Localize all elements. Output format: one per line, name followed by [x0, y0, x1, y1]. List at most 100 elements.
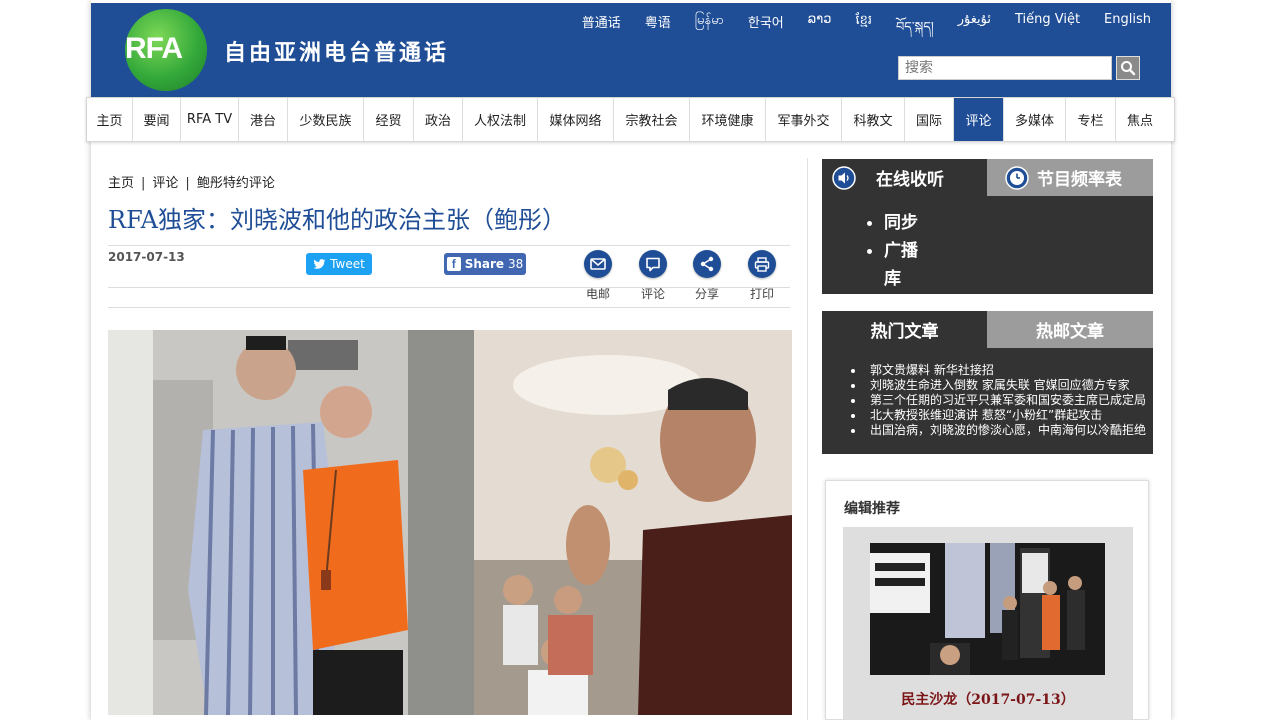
nav-item-minorities[interactable]: 少数民族 — [288, 98, 364, 141]
lang-cantonese[interactable]: 粤语 — [645, 12, 671, 49]
listen-box: 在线收听 节目频率表 同步 广播 库 — [822, 159, 1153, 294]
breadcrumb-separator: | — [185, 176, 190, 191]
nav-item-economy[interactable]: 经贸 — [364, 98, 414, 141]
nav-item-military[interactable]: 军事外交 — [766, 98, 842, 141]
page-wrapper: RFA 自由亚洲电台普通话 普通话 粤语 မြန်မာ 한국어 ລາວ ខ្មែ… — [86, 0, 1175, 720]
lang-lao[interactable]: ລາວ — [808, 12, 832, 49]
bullet-icon — [851, 384, 855, 388]
tweet-button[interactable]: Tweet — [306, 253, 372, 275]
nav-item-rfatv[interactable]: RFA TV — [181, 98, 239, 141]
speaker-icon — [832, 165, 856, 190]
lang-korean[interactable]: 한국어 — [748, 12, 784, 49]
search-input[interactable] — [898, 56, 1112, 80]
print-icon — [748, 250, 776, 278]
bullet-icon — [851, 369, 855, 373]
list-item[interactable]: 出国治病，刘晓波的惨淡心愿，中南海何以冷酷拒绝 — [849, 423, 1147, 438]
breadcrumb-column[interactable]: 鲍彤特约评论 — [197, 176, 275, 191]
hot-articles-box: 热门文章 热邮文章 郭文贵爆料 新华社接招 刘晓波生命进入倒数 家属失联 官媒回… — [822, 311, 1153, 454]
bullet-icon — [851, 414, 855, 418]
nav-item-politics[interactable]: 政治 — [414, 98, 463, 141]
list-item[interactable]: 同步 — [867, 209, 918, 237]
article-photo[interactable] — [108, 330, 792, 715]
email-action[interactable]: 电邮 — [578, 250, 618, 302]
breadcrumb-home[interactable]: 主页 — [108, 176, 134, 191]
tab-hot-articles[interactable]: 热门文章 — [822, 311, 987, 348]
lang-tibetan[interactable]: བོད་སྐད། — [896, 12, 934, 49]
editor-pick-illustration — [870, 543, 1105, 675]
hot-articles-list: 郭文贵爆料 新华社接招 刘晓波生命进入倒数 家属失联 官媒回应德方专家 第三个任… — [849, 363, 1147, 438]
print-action[interactable]: 打印 — [742, 250, 782, 302]
nav-item-hk-tw[interactable]: 港台 — [239, 98, 288, 141]
editor-pick-caption[interactable]: 民主沙龙（2017-07-13） — [843, 689, 1133, 709]
article-photo-illustration — [108, 330, 792, 715]
site-title[interactable]: 自由亚洲电台普通话 — [224, 35, 449, 67]
listen-list: 同步 广播 库 — [867, 209, 918, 293]
lang-khmer[interactable]: ខ្មែរ — [855, 12, 872, 49]
share-label: Share — [464, 257, 505, 271]
lang-english[interactable]: English — [1104, 12, 1151, 49]
page: RFA 自由亚洲电台普通话 普通话 粤语 မြန်မာ 한국어 ລາວ ខ្មែ… — [0, 0, 1280, 720]
divider — [108, 287, 790, 288]
list-item[interactable]: 第三个任期的习近平只兼军委和国安委主席已成定局 — [849, 393, 1147, 408]
breadcrumb: 主页 | 评论 | 鲍彤特约评论 — [108, 172, 275, 191]
list-item[interactable]: 库 — [867, 265, 918, 293]
nav-item-environment[interactable]: 环境健康 — [690, 98, 766, 141]
email-icon — [584, 250, 612, 278]
listen-tab-label: 在线收听 — [876, 170, 944, 190]
twitter-bird-icon — [313, 258, 326, 269]
tab-listen-online[interactable]: 在线收听 — [822, 159, 987, 196]
comment-action[interactable]: 评论 — [633, 250, 673, 302]
divider — [108, 307, 790, 308]
clock-icon — [1005, 165, 1029, 190]
nav-item-international[interactable]: 国际 — [905, 98, 954, 141]
logo-text[interactable]: RFA — [125, 32, 207, 66]
bullet-icon — [867, 249, 872, 254]
divider — [108, 245, 790, 246]
bullet-icon — [867, 221, 872, 226]
lang-burmese[interactable]: မြန်မာ — [695, 12, 724, 49]
nav-item-columns[interactable]: 专栏 — [1066, 98, 1116, 141]
share-action[interactable]: 分享 — [687, 250, 727, 302]
breadcrumb-separator: | — [141, 176, 146, 191]
list-item[interactable]: 北大教授张维迎演讲 惹怒“小粉红”群起攻击 — [849, 408, 1147, 423]
language-bar: 普通话 粤语 မြန်မာ 한국어 ລາວ ខ្មែរ བོད་སྐད། ئۇي… — [558, 12, 1151, 49]
comment-icon — [639, 250, 667, 278]
tab-most-emailed[interactable]: 热邮文章 — [987, 311, 1153, 348]
facebook-icon: f — [446, 257, 461, 271]
site-header: RFA 自由亚洲电台普通话 普通话 粤语 မြန်မာ 한국어 ລາວ ខ្មែ… — [91, 3, 1171, 97]
list-item[interactable]: 郭文贵爆料 新华社接招 — [849, 363, 1147, 378]
facebook-share-button[interactable]: f Share 38 — [444, 253, 526, 275]
nav-item-religion[interactable]: 宗教社会 — [614, 98, 690, 141]
editor-picks-title: 编辑推荐 — [844, 501, 900, 517]
lang-mandarin[interactable]: 普通话 — [582, 12, 621, 49]
bullet-icon — [851, 399, 855, 403]
nav-item-focus[interactable]: 焦点 — [1116, 98, 1164, 141]
tab-schedule[interactable]: 节目频率表 — [987, 159, 1153, 196]
nav-item-media[interactable]: 媒体网络 — [538, 98, 614, 141]
nav-item-home[interactable]: 主页 — [87, 98, 133, 141]
list-item[interactable]: 刘晓波生命进入倒数 家属失联 官媒回应德方专家 — [849, 378, 1147, 393]
editor-picks-box: 编辑推荐 民主沙龙（2017-07-13） — [825, 480, 1149, 720]
main-nav: 主页 要闻 RFA TV 港台 少数民族 经贸 政治 人权法制 媒体网络 宗教社… — [86, 97, 1175, 142]
lang-vietnamese[interactable]: Tiếng Việt — [1015, 12, 1080, 49]
editor-pick-image[interactable] — [870, 543, 1105, 675]
nav-item-education[interactable]: 科教文 — [842, 98, 905, 141]
tweet-label: Tweet — [330, 257, 365, 271]
bullet-icon — [851, 429, 855, 433]
share-count: 38 — [508, 257, 524, 271]
breadcrumb-commentary[interactable]: 评论 — [152, 176, 178, 191]
editor-pick-card[interactable]: 民主沙龙（2017-07-13） — [843, 527, 1133, 720]
lang-uyghur[interactable]: ئۇيغۇر — [958, 12, 991, 49]
nav-item-commentary[interactable]: 评论 — [954, 98, 1004, 141]
schedule-tab-label: 节目频率表 — [1037, 170, 1122, 190]
article-date: 2017-07-13 — [108, 250, 185, 264]
nav-item-multimedia[interactable]: 多媒体 — [1004, 98, 1066, 141]
article-title: RFA独家：刘晓波和他的政治主张（鲍彤） — [108, 206, 566, 234]
search-button[interactable] — [1116, 56, 1140, 80]
search-icon — [1121, 61, 1136, 76]
share-icon — [693, 250, 721, 278]
nav-item-human-rights[interactable]: 人权法制 — [463, 98, 538, 141]
nav-item-news[interactable]: 要闻 — [133, 98, 181, 141]
list-item[interactable]: 广播 — [867, 237, 918, 265]
column-divider — [807, 158, 808, 720]
